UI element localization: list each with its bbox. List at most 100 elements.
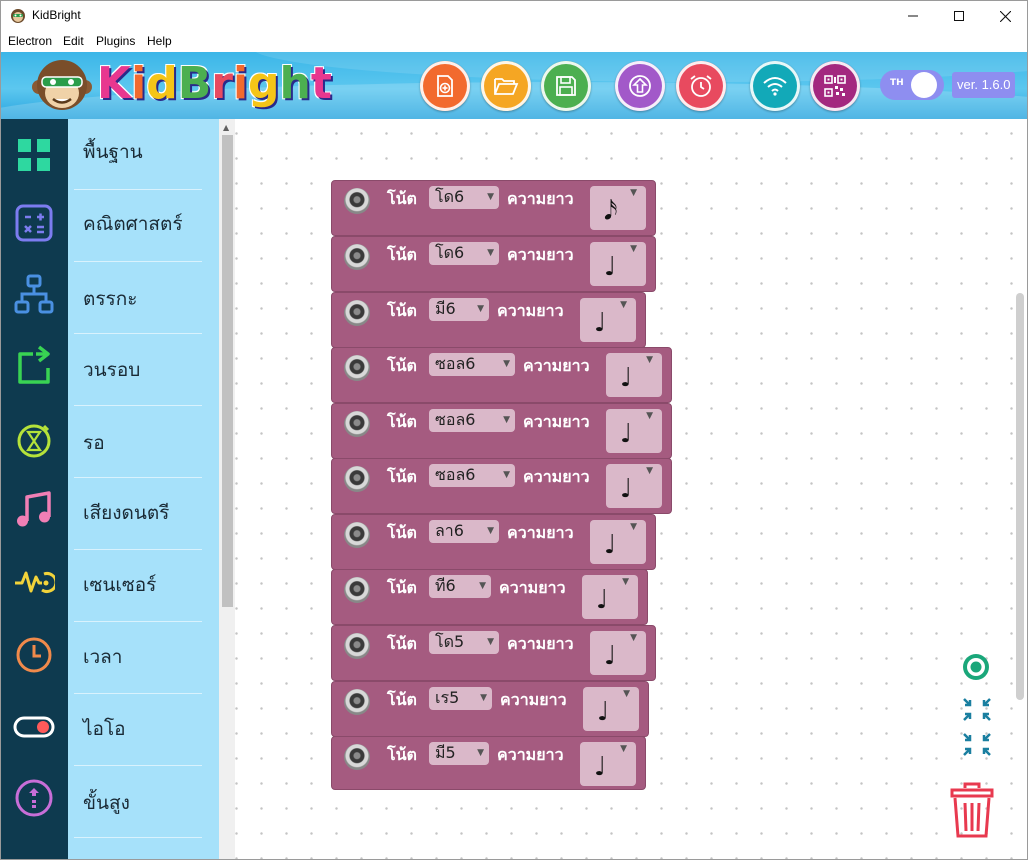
music-note-block[interactable]: โน้ต ซอล6 ▼ ความยาว ▼ ♩: [331, 403, 672, 459]
note-dropdown[interactable]: โด5 ▼: [429, 631, 499, 654]
note-value: มี6: [435, 299, 456, 318]
sensor-icon: [15, 571, 55, 593]
note-value: โด6: [435, 187, 465, 206]
music-note-block[interactable]: โน้ต ซอล6 ▼ ความยาว ▼ ♩: [331, 458, 672, 514]
new-file-button[interactable]: [420, 61, 470, 111]
music-note-block[interactable]: โน้ต เร5 ▼ ความยาว ▼ ♩: [331, 681, 649, 737]
note-value: มี5: [435, 743, 456, 762]
speaker-icon: [344, 244, 370, 270]
sidebar-divider: [74, 837, 202, 838]
length-label: ความยาว: [523, 467, 590, 486]
open-file-button[interactable]: [481, 61, 531, 111]
duration-dropdown[interactable]: ▼ ♩: [580, 298, 636, 342]
dropdown-arrow-icon: ▼: [623, 689, 630, 699]
loop-icon: [18, 345, 50, 384]
toggle-icon: [13, 716, 55, 738]
language-toggle[interactable]: TH: [880, 70, 944, 100]
duration-dropdown[interactable]: ▼ ♩: [590, 631, 646, 675]
sidebar-divider: [74, 405, 202, 406]
note-dropdown[interactable]: ที6 ▼: [429, 575, 491, 598]
sidebar-item-loop[interactable]: วนรอบ: [1, 335, 219, 407]
note-value: ลา6: [435, 521, 464, 540]
menu-help[interactable]: Help: [147, 34, 172, 48]
note-dropdown[interactable]: มี5 ▼: [429, 742, 489, 765]
music-note-block[interactable]: โน้ต โด6 ▼ ความยาว ▼ ♩: [331, 236, 656, 292]
duration-dropdown[interactable]: ▼ ♩: [606, 409, 662, 453]
sidebar-item-label: เซนเซอร์: [83, 574, 157, 596]
sidebar-item-wait[interactable]: รอ: [1, 407, 219, 479]
note-dropdown[interactable]: มี6 ▼: [429, 298, 489, 321]
sidebar-item-time[interactable]: เวลา: [1, 623, 219, 695]
duration-dropdown[interactable]: ▼ 𝅘𝅥𝅯: [590, 186, 646, 230]
alarm-button[interactable]: [676, 61, 726, 111]
speaker-icon: [344, 188, 370, 214]
note-dropdown[interactable]: ซอล6 ▼: [429, 464, 515, 487]
sidebar-item-basic[interactable]: พื้นฐาน: [1, 119, 219, 191]
note-label: โน้ต: [387, 245, 417, 264]
sidebar-item-label: ไอโอ: [83, 718, 126, 740]
sidebar-item-label: ขั้นสูง: [83, 792, 130, 814]
music-note-block[interactable]: โน้ต ซอล6 ▼ ความยาว ▼ ♩: [331, 347, 672, 403]
upload-arrow-icon: [629, 75, 651, 97]
note-dropdown[interactable]: เร5 ▼: [429, 687, 492, 710]
wifi-button[interactable]: [750, 61, 800, 111]
duration-dropdown[interactable]: ▼ ♩: [582, 575, 638, 619]
note-dropdown[interactable]: ซอล6 ▼: [429, 353, 515, 376]
speaker-icon: [344, 466, 370, 492]
duration-dropdown[interactable]: ▼ ♩: [580, 742, 636, 786]
zoom-to-fit-icon[interactable]: [961, 696, 993, 758]
menu-edit[interactable]: Edit: [63, 34, 84, 48]
scroll-up-arrow-icon[interactable]: ▲: [223, 123, 229, 132]
menu-electron[interactable]: Electron: [8, 34, 52, 48]
advanced-icon: [15, 779, 53, 817]
calculator-icon: [15, 204, 53, 242]
note-dropdown[interactable]: ลา6 ▼: [429, 520, 499, 543]
workspace-scrollbar[interactable]: [1016, 293, 1024, 700]
note-dropdown[interactable]: โด6 ▼: [429, 186, 499, 209]
length-label: ความยาว: [507, 245, 574, 264]
sidebar-item-label: เสียงดนตรี: [83, 502, 170, 524]
close-button[interactable]: [982, 1, 1027, 31]
note-dropdown[interactable]: ซอล6 ▼: [429, 409, 515, 432]
music-note-block[interactable]: โน้ต มี6 ▼ ความยาว ▼ ♩: [331, 292, 646, 348]
recenter-icon[interactable]: [961, 652, 991, 682]
music-note-block[interactable]: โน้ต ที6 ▼ ความยาว ▼ ♩: [331, 569, 648, 625]
note-dropdown[interactable]: โด6 ▼: [429, 242, 499, 265]
length-label: ความยาว: [507, 189, 574, 208]
app-header: KidBright TH ver. 1.6.0: [1, 52, 1027, 119]
music-note-block[interactable]: โน้ต ลา6 ▼ ความยาว ▼ ♩: [331, 514, 656, 570]
music-note-block[interactable]: โน้ต โด6 ▼ ความยาว ▼ 𝅘𝅥𝅯: [331, 180, 656, 236]
duration-dropdown[interactable]: ▼ ♩: [606, 353, 662, 397]
minimize-icon: [908, 15, 918, 17]
qr-code-button[interactable]: [810, 61, 860, 111]
sidebar-scrollbar-thumb[interactable]: [222, 135, 233, 607]
sidebar-item-advanced[interactable]: ขั้นสูง: [1, 767, 219, 839]
length-label: ความยาว: [497, 301, 564, 320]
note-label: โน้ต: [387, 412, 417, 431]
quarter-note-icon: ♩: [604, 252, 617, 282]
sidebar-divider: [74, 333, 202, 334]
trash-icon[interactable]: [949, 781, 995, 839]
minimize-button[interactable]: [890, 1, 936, 31]
music-note-block[interactable]: โน้ต โด5 ▼ ความยาว ▼ ♩: [331, 625, 656, 681]
sidebar-item-math[interactable]: คณิตศาสตร์: [1, 191, 219, 263]
quarter-note-icon: ♩: [604, 530, 617, 560]
title-bar: KidBright: [1, 1, 1027, 31]
sidebar-item-logic[interactable]: ตรรกะ: [1, 263, 219, 335]
upload-button[interactable]: [615, 61, 665, 111]
duration-dropdown[interactable]: ▼ ♩: [590, 242, 646, 286]
close-icon: [999, 10, 1011, 22]
dropdown-arrow-icon: ▼: [620, 300, 627, 310]
sidebar-item-sensor[interactable]: เซนเซอร์: [1, 551, 219, 623]
duration-dropdown[interactable]: ▼ ♩: [606, 464, 662, 508]
sidebar-item-music[interactable]: เสียงดนตรี: [1, 479, 219, 551]
maximize-button[interactable]: [936, 1, 982, 31]
music-note-block[interactable]: โน้ต มี5 ▼ ความยาว ▼ ♩: [331, 736, 646, 790]
dropdown-arrow-icon: ▼: [646, 355, 653, 365]
duration-dropdown[interactable]: ▼ ♩: [583, 687, 639, 731]
sidebar-item-io[interactable]: ไอโอ: [1, 695, 219, 767]
note-label: โน้ต: [387, 745, 417, 764]
menu-plugins[interactable]: Plugins: [96, 34, 135, 48]
duration-dropdown[interactable]: ▼ ♩: [590, 520, 646, 564]
save-file-button[interactable]: [541, 61, 591, 111]
